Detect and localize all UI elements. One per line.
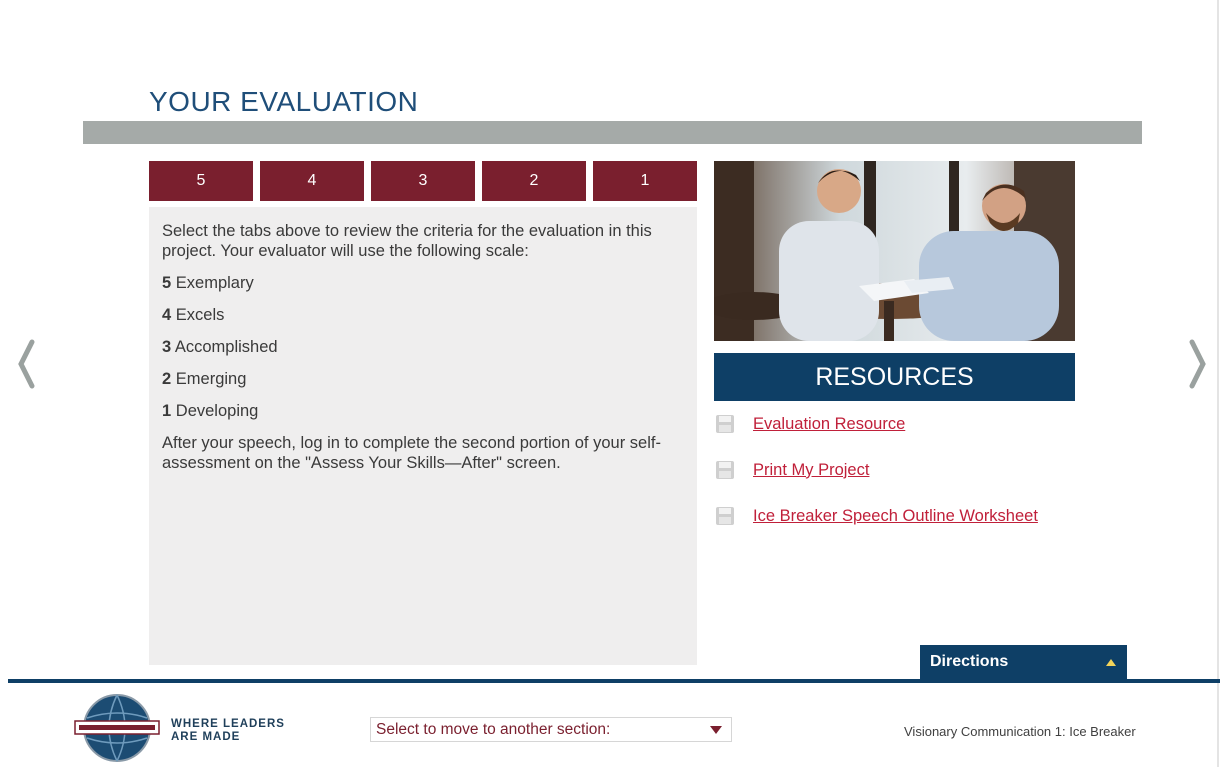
meeting-photo bbox=[714, 161, 1075, 341]
scale-item: 3 Accomplished bbox=[162, 337, 685, 357]
save-icon bbox=[716, 507, 734, 525]
scale-label: Accomplished bbox=[174, 338, 278, 356]
resource-item: Print My Project bbox=[714, 458, 1134, 482]
scale-score: 1 bbox=[162, 402, 172, 420]
tab-score-5[interactable]: 5 bbox=[149, 161, 253, 201]
dropdown-arrow-icon bbox=[701, 718, 731, 741]
scale-item: 4 Excels bbox=[162, 305, 685, 325]
evaluation-resource-link[interactable]: Evaluation Resource bbox=[753, 415, 905, 434]
section-navigation-select[interactable]: Select to move to another section: bbox=[370, 717, 732, 742]
tab-score-1[interactable]: 1 bbox=[593, 161, 697, 201]
scale-score: 4 bbox=[162, 306, 172, 324]
directions-toggle-button[interactable]: Directions bbox=[920, 645, 1127, 679]
page-title: YOUR EVALUATION bbox=[149, 86, 419, 117]
scale-label: Emerging bbox=[175, 370, 247, 388]
previous-page-icon[interactable] bbox=[12, 336, 42, 392]
directions-label: Directions bbox=[930, 653, 1009, 670]
toastmasters-globe-logo bbox=[74, 694, 160, 762]
scale-score: 2 bbox=[162, 370, 172, 388]
project-name: Visionary Communication 1: Ice Breaker bbox=[904, 724, 1136, 739]
intro-text: Select the tabs above to review the crit… bbox=[162, 222, 652, 260]
next-page-icon[interactable] bbox=[1182, 336, 1212, 392]
scale-item: 2 Emerging bbox=[162, 369, 685, 389]
scale-item: 5 Exemplary bbox=[162, 273, 685, 293]
evaluation-content-panel: Select the tabs above to review the crit… bbox=[149, 207, 697, 665]
save-icon bbox=[716, 415, 734, 433]
tab-score-4[interactable]: 4 bbox=[260, 161, 364, 201]
scale-score: 3 bbox=[162, 338, 172, 356]
scale-item: 1 Developing bbox=[162, 401, 685, 421]
closing-text: After your speech, log in to complete th… bbox=[162, 434, 661, 472]
tagline-line: ARE MADE bbox=[171, 731, 241, 743]
scale-label: Developing bbox=[175, 402, 259, 420]
speech-outline-worksheet-link[interactable]: Ice Breaker Speech Outline Worksheet bbox=[753, 507, 1038, 526]
resources-list: Evaluation Resource Print My Project Ice… bbox=[714, 412, 1134, 550]
section-select-value: Select to move to another section: bbox=[376, 720, 611, 738]
print-my-project-link[interactable]: Print My Project bbox=[753, 461, 869, 480]
scale-score: 5 bbox=[162, 274, 172, 292]
resource-item: Ice Breaker Speech Outline Worksheet bbox=[714, 504, 1134, 528]
title-underline-bar bbox=[83, 121, 1142, 144]
save-icon bbox=[716, 461, 734, 479]
resources-heading: RESOURCES bbox=[714, 353, 1075, 401]
tab-score-3[interactable]: 3 bbox=[371, 161, 475, 201]
score-tabs: 5 4 3 2 1 bbox=[149, 161, 697, 201]
brand-tagline: WHERE LEADERS ARE MADE bbox=[171, 718, 285, 744]
scale-label: Excels bbox=[175, 306, 225, 324]
tagline-line: WHERE LEADERS bbox=[171, 718, 285, 730]
footer-divider bbox=[8, 679, 1220, 683]
window-edge bbox=[1217, 0, 1219, 767]
tab-score-2[interactable]: 2 bbox=[482, 161, 586, 201]
resource-item: Evaluation Resource bbox=[714, 412, 1134, 436]
caret-up-icon bbox=[1106, 659, 1116, 666]
scale-label: Exemplary bbox=[175, 274, 254, 292]
